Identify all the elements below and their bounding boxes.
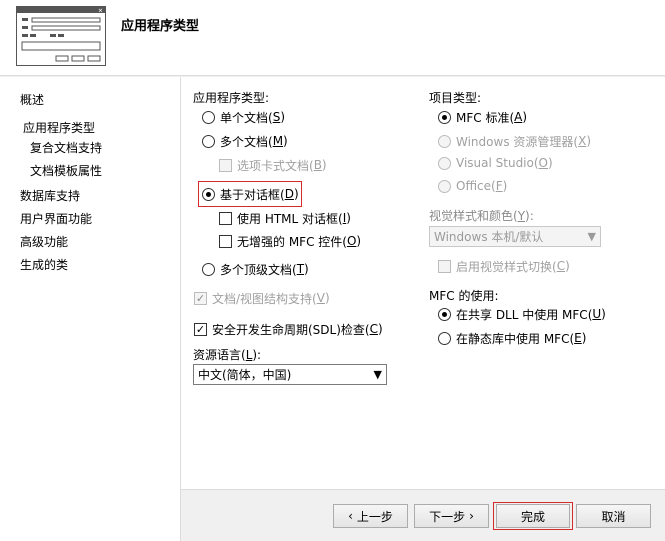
checkbox[interactable] bbox=[219, 158, 232, 172]
checkbox-checked[interactable]: ✓ bbox=[194, 322, 207, 336]
radio-button-selected[interactable] bbox=[438, 110, 451, 124]
visual-style-select[interactable]: Windows 本机/默认 ▼ bbox=[429, 226, 601, 247]
chevron-right-icon: › bbox=[469, 509, 474, 523]
radio-button[interactable] bbox=[438, 134, 451, 148]
finish-button[interactable]: 完成 bbox=[496, 504, 570, 528]
radio-button[interactable] bbox=[202, 262, 215, 276]
page-title: 应用程序类型 bbox=[121, 19, 200, 34]
radio-button[interactable] bbox=[202, 134, 215, 148]
checkbox-visual-style-toggle[interactable]: 启用视觉样式切换(C) bbox=[438, 258, 570, 274]
radio-multi-doc[interactable]: 多个文档(M) bbox=[202, 133, 288, 149]
checkbox-tabbed-doc[interactable]: 选项卡式文档(B) bbox=[219, 157, 327, 173]
visual-style-label: 视觉样式和颜色(Y): bbox=[429, 209, 534, 223]
nav-item-doc-template[interactable]: 文档模板属性 bbox=[30, 162, 102, 179]
nav-item-advanced[interactable]: 高级功能 bbox=[20, 233, 68, 250]
checkbox-no-enhanced-mfc[interactable]: 无增强的 MFC 控件(O) bbox=[219, 233, 361, 249]
checkbox-doc-view[interactable]: ✓ 文档/视图结构支持(V) bbox=[194, 290, 330, 306]
radio-multi-top-doc[interactable]: 多个顶级文档(T) bbox=[202, 261, 309, 277]
radio-dialog-based[interactable]: 基于对话框(D) bbox=[202, 186, 299, 202]
resource-lang-select[interactable]: 中文(简体，中国) ▼ bbox=[193, 364, 387, 385]
chevron-left-icon: ‹ bbox=[348, 509, 353, 523]
dialog-template-icon: ✕ bbox=[16, 6, 106, 66]
svg-text:✕: ✕ bbox=[98, 8, 103, 15]
chevron-down-icon: ▼ bbox=[587, 230, 596, 243]
radio-button[interactable] bbox=[202, 110, 215, 124]
checkbox[interactable] bbox=[438, 259, 451, 273]
radio-visual-studio[interactable]: Visual Studio(O) bbox=[438, 155, 553, 171]
radio-button[interactable] bbox=[438, 331, 451, 345]
radio-explorer[interactable]: Windows 资源管理器(X) bbox=[438, 133, 591, 149]
nav-item-compound-doc[interactable]: 复合文档支持 bbox=[30, 139, 102, 156]
wizard-header: ✕ 应用程序类型 bbox=[0, 0, 665, 76]
nav-item-database[interactable]: 数据库支持 bbox=[20, 187, 80, 204]
nav-item-ui-features[interactable]: 用户界面功能 bbox=[20, 210, 92, 227]
radio-mfc-static[interactable]: 在静态库中使用 MFC(E) bbox=[438, 330, 586, 346]
radio-single-doc[interactable]: 单个文档(S) bbox=[202, 109, 285, 125]
radio-button[interactable] bbox=[438, 179, 451, 193]
app-type-label: 应用程序类型: bbox=[193, 91, 270, 105]
checkbox-sdl[interactable]: ✓ 安全开发生命周期(SDL)检查(C) bbox=[194, 321, 383, 337]
radio-mfc-standard[interactable]: MFC 标准(A) bbox=[438, 109, 527, 125]
radio-button-selected[interactable] bbox=[202, 187, 215, 201]
radio-office[interactable]: Office(F) bbox=[438, 178, 507, 194]
project-type-label: 项目类型: bbox=[429, 91, 482, 105]
nav-item-app-type[interactable]: 应用程序类型 bbox=[23, 119, 95, 136]
radio-mfc-shared[interactable]: 在共享 DLL 中使用 MFC(U) bbox=[438, 306, 606, 322]
nav-item-overview[interactable]: 概述 bbox=[20, 91, 44, 108]
nav-item-generated-classes[interactable]: 生成的类 bbox=[20, 256, 68, 273]
mfc-use-label: MFC 的使用: bbox=[429, 289, 499, 303]
prev-button[interactable]: ‹ 上一步 bbox=[333, 504, 408, 528]
radio-button[interactable] bbox=[438, 156, 451, 170]
checkbox[interactable] bbox=[219, 234, 232, 248]
checkbox-checked[interactable]: ✓ bbox=[194, 291, 207, 305]
chevron-down-icon: ▼ bbox=[373, 368, 382, 381]
radio-button-selected[interactable] bbox=[438, 307, 451, 321]
cancel-button[interactable]: 取消 bbox=[576, 504, 651, 528]
next-button[interactable]: 下一步 › bbox=[414, 504, 489, 528]
checkbox[interactable] bbox=[219, 211, 232, 225]
checkbox-use-html-dialog[interactable]: 使用 HTML 对话框(I) bbox=[219, 210, 351, 226]
resource-lang-label: 资源语言(L): bbox=[193, 348, 262, 362]
